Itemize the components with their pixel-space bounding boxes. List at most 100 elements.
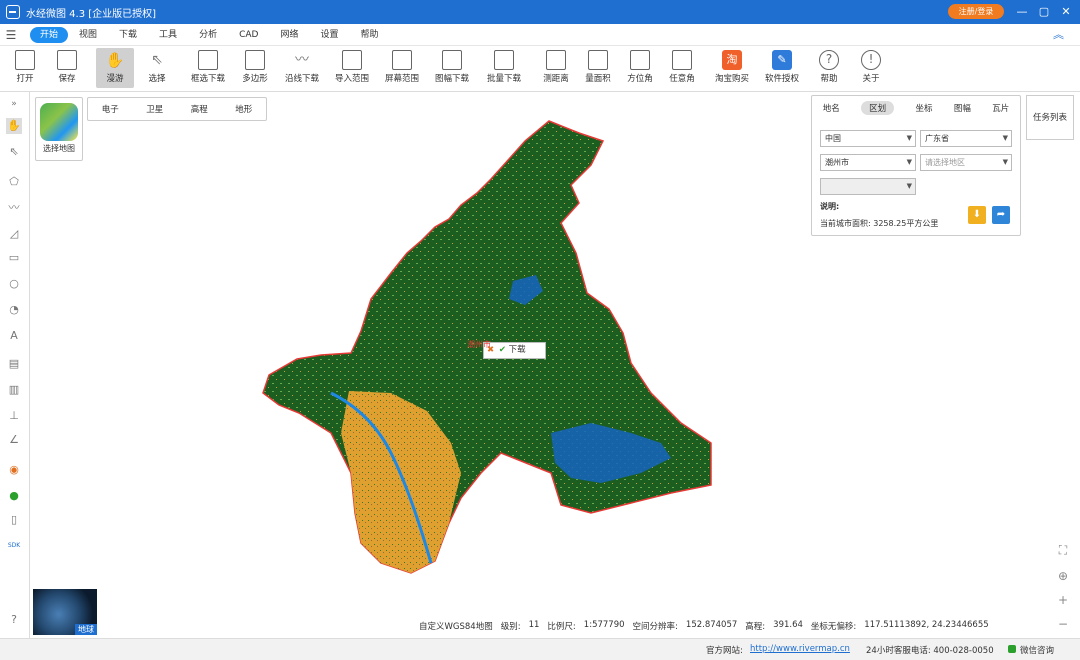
tab-sheet[interactable]: 图幅 — [954, 102, 971, 114]
polygon-button[interactable]: 多边形 — [238, 48, 272, 88]
maximize-button[interactable]: ▢ — [1034, 2, 1054, 22]
select-label: 选择 — [148, 74, 166, 84]
task-list-button[interactable]: 任务列表 — [1026, 95, 1074, 140]
menu-help[interactable]: 帮助 — [349, 27, 389, 43]
town-select[interactable]: ▼ — [820, 178, 916, 195]
minimize-button[interactable]: — — [1012, 2, 1032, 22]
open-button[interactable]: 打开 — [8, 48, 42, 88]
ruler-tool-icon[interactable]: ▤ — [6, 356, 22, 372]
tab-tile[interactable]: 瓦片 — [992, 102, 1009, 114]
expand-panel-icon[interactable]: » — [6, 96, 22, 112]
sheet-download-button[interactable]: 图幅下载 — [430, 48, 474, 88]
menu-tools[interactable]: 工具 — [148, 27, 188, 43]
globe-thumbnail[interactable]: 地球 — [33, 589, 97, 635]
download-boundary-icon[interactable]: ⬇ — [968, 206, 986, 224]
area-measure-tool-icon[interactable]: ▥ — [6, 382, 22, 398]
wechat-consult-link[interactable]: 微信咨询 — [1020, 644, 1054, 656]
license-button[interactable]: ✎ 软件授权 — [760, 48, 804, 88]
tab-place-name[interactable]: 地名 — [823, 102, 840, 114]
help-button[interactable]: ? 帮助 — [812, 48, 846, 88]
fullscreen-icon[interactable]: ⛶ — [1054, 541, 1072, 559]
menu-settings[interactable]: 设置 — [309, 27, 349, 43]
district-placeholder: 请选择地区 — [925, 158, 965, 167]
country-value: 中国 — [825, 134, 841, 143]
pointer-icon: ⇖ — [151, 52, 163, 68]
area-tool-icon[interactable]: ◿ — [6, 226, 22, 242]
rect-download-label: 框选下载 — [190, 74, 225, 84]
menu-start[interactable]: 开始 — [30, 26, 69, 43]
tab-elevation[interactable]: 高程 — [191, 103, 208, 115]
rect-download-button[interactable]: 框选下载 — [186, 48, 230, 88]
coord-value: 117.51113892, 24.23446655 — [864, 620, 989, 630]
ruler-icon — [546, 50, 566, 70]
province-select[interactable]: 广东省 ▼ — [920, 130, 1012, 147]
about-button[interactable]: ! 关于 — [854, 48, 888, 88]
globe-tool-icon[interactable]: ◉ — [6, 462, 22, 478]
menu-download[interactable]: 下载 — [108, 27, 148, 43]
azimuth-tool-icon[interactable]: ⊥ — [6, 408, 22, 424]
zoom-out-button[interactable]: − — [1054, 615, 1072, 633]
menu-cad[interactable]: CAD — [228, 27, 269, 43]
chevron-down-icon: ▼ — [906, 182, 912, 190]
locate-icon[interactable]: ⊕ — [1054, 567, 1072, 585]
country-select[interactable]: 中国 ▼ — [820, 130, 916, 147]
close-button[interactable]: ✕ — [1056, 2, 1076, 22]
import-range-button[interactable]: 导入范围 — [330, 48, 374, 88]
circle-tool-icon[interactable]: ○ — [6, 276, 22, 292]
screen-range-icon — [392, 50, 412, 70]
confirm-check-icon[interactable]: ✔ — [499, 345, 506, 355]
download-popup-label[interactable]: 下载 — [509, 345, 526, 355]
register-login-button[interactable]: 注册/登录 — [948, 4, 1004, 19]
hand-tool-icon[interactable]: ✋ — [6, 118, 22, 134]
district-select[interactable]: 请选择地区 ▼ — [920, 154, 1012, 171]
pan-button[interactable]: ✋ 漫游 — [96, 48, 134, 88]
level-value: 11 — [528, 620, 540, 630]
taobao-buy-button[interactable]: 淘 淘宝购买 — [710, 48, 754, 88]
text-tool-icon[interactable]: A — [6, 328, 22, 344]
sdk-tool-icon[interactable]: SDK — [6, 538, 22, 554]
pointer-tool-icon[interactable]: ⇖ — [6, 144, 22, 160]
collapse-ribbon-icon[interactable]: ︽ — [1053, 26, 1064, 42]
coord-label: 坐标无偏移: — [810, 622, 857, 632]
map-view[interactable]: 选择地图 电子 卫星 高程 地形 ✖ ✔ 下载 潮州市 地名 区划 坐标 图幅 … — [31, 93, 1080, 638]
share-arrow-icon[interactable]: ➦ — [992, 206, 1010, 224]
azimuth-button[interactable]: 方位角 — [622, 48, 658, 88]
polygon-tool-icon[interactable]: ⬠ — [6, 174, 22, 190]
globe-label: 地球 — [75, 624, 97, 635]
hamburger-menu-icon[interactable]: ☰ — [0, 28, 22, 42]
tab-electronic[interactable]: 电子 — [102, 103, 119, 115]
folder-icon — [15, 50, 35, 70]
help-circle-icon[interactable]: ? — [6, 612, 22, 628]
map-app-icon — [40, 103, 78, 141]
batch-download-button[interactable]: 批量下载 — [482, 48, 526, 88]
screen-range-button[interactable]: 屏幕范围 — [380, 48, 424, 88]
elevation-value: 391.64 — [773, 620, 803, 630]
tab-division[interactable]: 区划 — [861, 101, 895, 115]
measure-distance-button[interactable]: 测距离 — [538, 48, 574, 88]
tab-terrain[interactable]: 地形 — [235, 103, 252, 115]
measure-area-button[interactable]: 量面积 — [580, 48, 616, 88]
website-link[interactable]: http://www.rivermap.cn — [750, 644, 850, 654]
menu-analysis[interactable]: 分析 — [188, 27, 228, 43]
scale-label: 比例尺: — [547, 622, 576, 632]
layer-tool-icon[interactable]: ● — [6, 488, 22, 504]
tab-coordinate[interactable]: 坐标 — [915, 102, 932, 114]
sector-tool-icon[interactable]: ◔ — [6, 302, 22, 318]
area-note: 当前城市面积: 3258.25平方公里 — [820, 219, 939, 228]
city-select[interactable]: 潮州市 ▼ — [820, 154, 916, 171]
save-button[interactable]: 保存 — [50, 48, 84, 88]
rectangle-tool-icon[interactable]: ▭ — [6, 250, 22, 266]
note-title: 说明: — [820, 202, 840, 211]
device-tool-icon[interactable]: ▯ — [6, 512, 22, 528]
any-angle-button[interactable]: 任意角 — [664, 48, 700, 88]
tab-satellite[interactable]: 卫星 — [146, 103, 163, 115]
help-label: 帮助 — [820, 74, 838, 84]
angle-tool-icon[interactable]: ∠ — [6, 432, 22, 448]
basemap-selector[interactable]: 选择地图 — [35, 97, 83, 161]
zoom-in-button[interactable]: + — [1054, 591, 1072, 609]
menu-network[interactable]: 网络 — [269, 27, 309, 43]
polyline-tool-icon[interactable]: 〰 — [6, 200, 22, 216]
menu-view[interactable]: 视图 — [68, 27, 108, 43]
line-download-button[interactable]: 〰 沿线下载 — [280, 48, 324, 88]
select-button[interactable]: ⇖ 选择 — [140, 48, 174, 88]
